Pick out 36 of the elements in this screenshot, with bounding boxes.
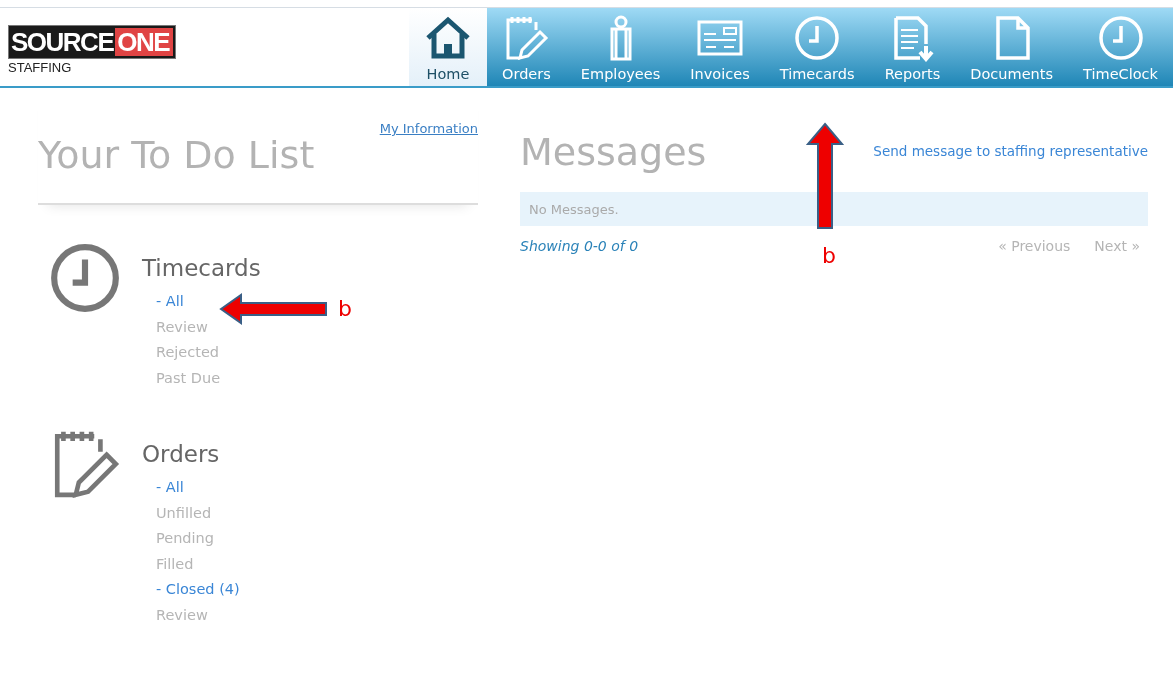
logo-text: SOURCE	[11, 28, 115, 56]
todo-link[interactable]: Pending	[156, 526, 214, 552]
messages-title: Messages	[520, 130, 707, 174]
logo-text: ONE	[115, 28, 174, 56]
section-title: Timecards	[142, 255, 261, 281]
todo-link[interactable]: Filled	[156, 551, 194, 577]
section-title: Orders	[142, 441, 221, 467]
todo-link[interactable]: Review	[156, 314, 208, 340]
nav-tab[interactable]: Timecards	[764, 8, 870, 86]
previous-link[interactable]: « Previous	[998, 238, 1071, 254]
clock-icon	[793, 14, 842, 62]
todo-link[interactable]: - All	[156, 289, 184, 315]
nav-tab[interactable]: Invoices	[675, 8, 765, 86]
nav-tab[interactable]: Reports	[869, 8, 956, 86]
annotation-label: b	[822, 243, 836, 268]
nav-tab[interactable]: Orders	[487, 8, 566, 86]
empty-message-bar: No Messages.	[520, 192, 1148, 226]
page-title: Your To Do List	[38, 133, 315, 177]
paging-summary: Showing 0-0 of 0	[520, 238, 640, 254]
todo-link[interactable]: - Closed (4)	[156, 577, 240, 603]
todo-link[interactable]: Rejected	[156, 340, 220, 366]
todo-link[interactable]: Past Due	[156, 365, 221, 391]
nav-tab[interactable]: TimeClock	[1068, 8, 1173, 86]
nav-tab[interactable]: Documents	[955, 8, 1069, 86]
clock-icon	[1096, 14, 1145, 62]
send-message-link[interactable]: Send message to staffing representative	[873, 143, 1148, 159]
my-information-link[interactable]: My Information	[379, 121, 478, 136]
todo-link[interactable]: - All	[156, 475, 184, 501]
clock-icon	[48, 241, 122, 315]
todo-link[interactable]: Unfilled	[156, 500, 212, 526]
nav-tab[interactable]: Employees	[565, 8, 676, 86]
house-icon	[424, 14, 472, 62]
annotation-label: b	[338, 296, 352, 321]
todo-link[interactable]: Review	[156, 602, 208, 628]
logo-tagline: STAFFING	[8, 60, 73, 75]
next-link[interactable]: Next »	[1094, 238, 1140, 254]
